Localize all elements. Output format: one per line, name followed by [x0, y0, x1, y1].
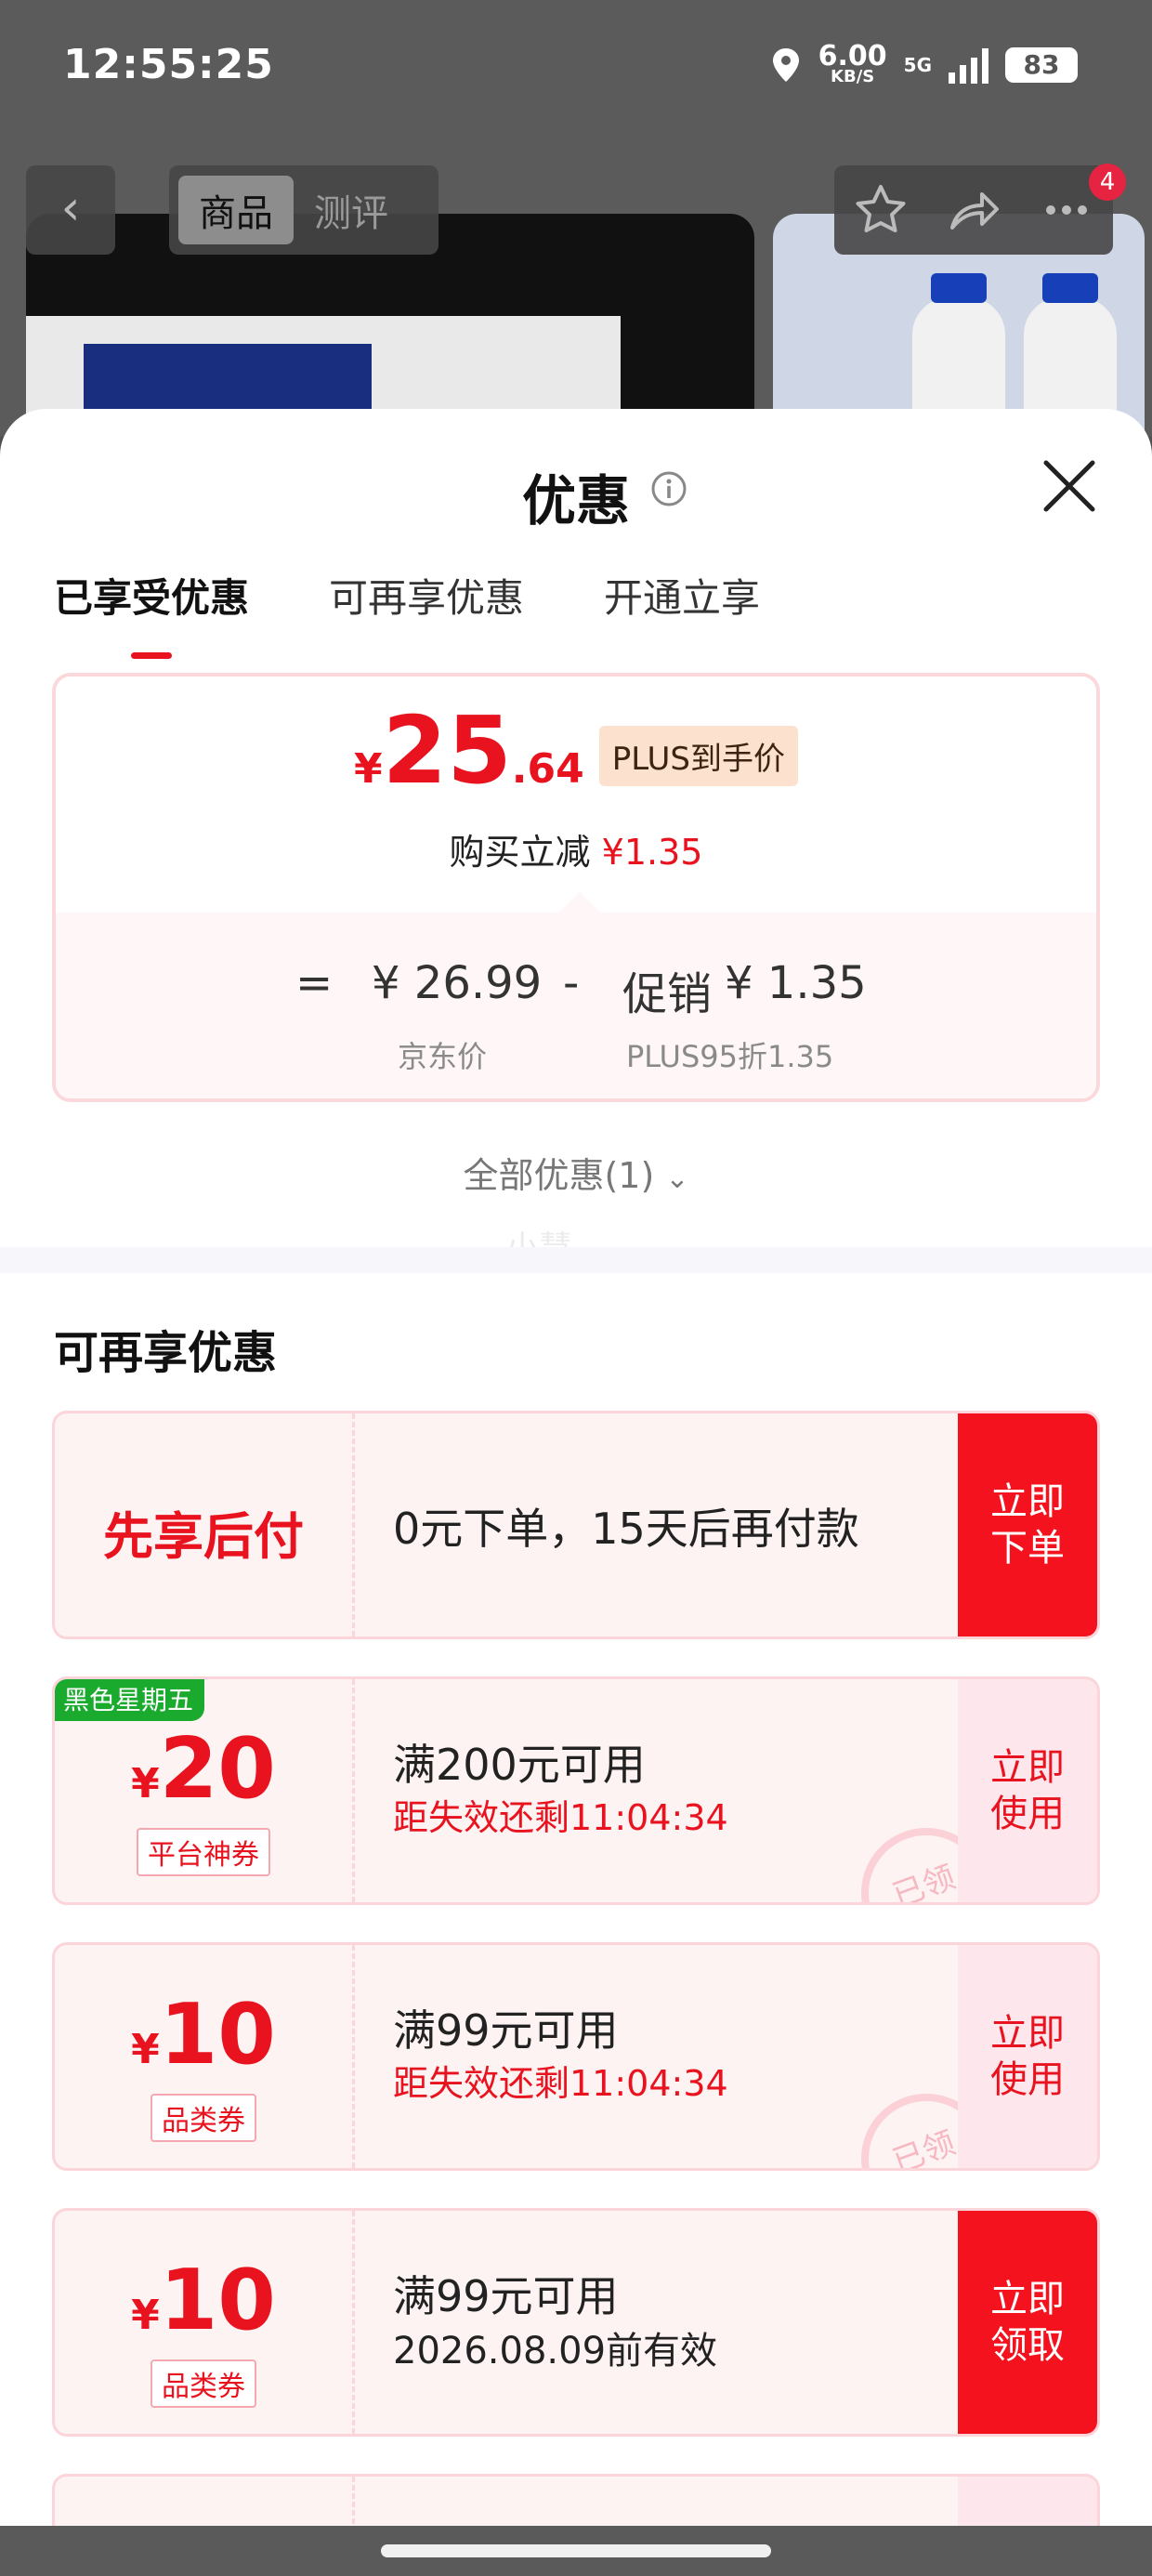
coupon-condition: 满99元可用 — [393, 2271, 619, 2321]
use-now-button[interactable]: 立即 使用 — [958, 1679, 1097, 1902]
pay-later-desc: 0元下单，15天后再付款 — [393, 1504, 859, 1554]
coupon-divider — [352, 2477, 355, 2528]
coupon-amount: ¥20 — [131, 1720, 276, 1818]
equals-sign: = — [295, 957, 334, 1009]
product-page-background: 12:55:25 6.00 KB/S 5G 83 ‹ 商品 测评 4 — [0, 0, 1152, 437]
coupon-amount: ¥10 — [131, 1986, 276, 2083]
tab-activate-offers[interactable]: 开通立享 — [604, 567, 760, 624]
coupon-validity: 2026.08.09前有效 — [393, 2330, 718, 2372]
home-indicator[interactable] — [0, 2526, 1152, 2576]
claim-now-button[interactable]: 立即 领取 — [958, 2211, 1097, 2434]
offer-tabs: 已享受优惠 可再享优惠 开通立享 — [54, 567, 760, 659]
final-price-section: ¥ 25 .64 PLUS到手价 购买立减 ¥1.35 — [56, 677, 1096, 913]
final-price: ¥ 25 .64 PLUS到手价 — [56, 704, 1096, 799]
coupon-divider — [352, 1413, 355, 1636]
star-icon[interactable] — [852, 181, 910, 239]
network-speed: 6.00 KB/S — [818, 40, 887, 86]
signal-icon — [949, 46, 988, 84]
message-count-badge: 4 — [1089, 164, 1126, 201]
coupon-partial — [52, 2474, 1100, 2528]
price-breakdown: = ¥ 26.99 - 促销 ¥ 1.35 京东价 PLUS95折1.35 — [56, 913, 1096, 1098]
info-icon[interactable] — [650, 470, 687, 507]
product-nav-tabs: 商品 测评 — [169, 165, 439, 255]
battery-icon: 83 — [1005, 47, 1078, 83]
status-icons: 6.00 KB/S 5G 83 — [770, 40, 1078, 86]
chevron-left-icon: ‹ — [60, 180, 81, 236]
tab-reviews[interactable]: 测评 — [314, 183, 388, 237]
coupon-platform: ¥20 平台神券 黑色星期五 满200元可用 距失效还剩11:04:34 已领 … — [52, 1676, 1100, 1905]
status-time: 12:55:25 — [63, 41, 274, 88]
coupon-divider — [352, 1945, 355, 2168]
product-actions — [834, 165, 1113, 255]
coupon-divider — [352, 2211, 355, 2434]
section-divider — [0, 1247, 1152, 1273]
coupon-countdown: 距失效还剩11:04:34 — [393, 1797, 728, 1838]
coupon-divider — [352, 1679, 355, 1902]
location-icon — [772, 48, 799, 82]
coupon-type: 平台神券 — [55, 1828, 352, 1876]
coupon-pay-later: 先享后付 0元下单，15天后再付款 立即 下单 — [52, 1411, 1100, 1639]
price-summary-card: ¥ 25 .64 PLUS到手价 购买立减 ¥1.35 = ¥ 26.99 - … — [52, 673, 1100, 1102]
black-friday-tag: 黑色星期五 — [55, 1679, 205, 1721]
coupon-condition: 满99元可用 — [393, 2005, 619, 2056]
network-type: 5G — [903, 54, 932, 76]
plus-price-tag: PLUS到手价 — [598, 726, 798, 786]
share-icon[interactable] — [945, 181, 1002, 239]
base-price: ¥ 26.99 — [372, 957, 543, 1009]
all-offers-toggle[interactable]: 全部优惠(1) ⌄ — [0, 1147, 1152, 1198]
tab-enjoyed-offers[interactable]: 已享受优惠 — [54, 567, 249, 659]
more-offers-title: 可再享优惠 — [54, 1327, 278, 1379]
back-button[interactable]: ‹ — [26, 165, 115, 255]
tab-more-offers[interactable]: 可再享优惠 — [329, 567, 524, 624]
sheet-title: 优惠 — [521, 469, 630, 532]
coupon-countdown: 距失效还剩11:04:34 — [393, 2063, 728, 2104]
pay-later-label: 先享后付 — [103, 1507, 304, 1566]
coupon-category: ¥10 品类券 满99元可用 2026.08.09前有效 立即 领取 — [52, 2208, 1100, 2437]
base-price-label: 京东价 — [398, 1039, 488, 1074]
promo-label: 促销 — [622, 968, 713, 1020]
more-icon[interactable] — [1038, 181, 1095, 239]
close-icon[interactable] — [1039, 455, 1100, 517]
coupon-condition: 满200元可用 — [393, 1740, 646, 1790]
tab-goods[interactable]: 商品 — [178, 176, 294, 244]
minus-sign: - — [563, 957, 580, 1009]
coupon-category: ¥10 品类券 满99元可用 距失效还剩11:04:34 已领 立即 使用 — [52, 1942, 1100, 2171]
coupon-type: 品类券 — [55, 2094, 352, 2142]
coupon-amount: ¥10 — [131, 2252, 276, 2349]
order-now-button[interactable]: 立即 下单 — [958, 1413, 1097, 1636]
promo-amount: ¥ 1.35 — [725, 957, 867, 1009]
offers-sheet: 优惠 已享受优惠 可再享优惠 开通立享 ¥ 25 .64 PLUS到手价 购买立… — [0, 409, 1152, 2528]
instant-reduction: 购买立减 ¥1.35 — [449, 832, 703, 873]
coupon-action-partial[interactable] — [958, 2477, 1097, 2528]
promo-detail: PLUS95折1.35 — [626, 1039, 834, 1074]
coupon-type: 品类券 — [55, 2359, 352, 2408]
use-now-button[interactable]: 立即 使用 — [958, 1945, 1097, 2168]
chevron-down-icon: ⌄ — [665, 1163, 689, 1195]
